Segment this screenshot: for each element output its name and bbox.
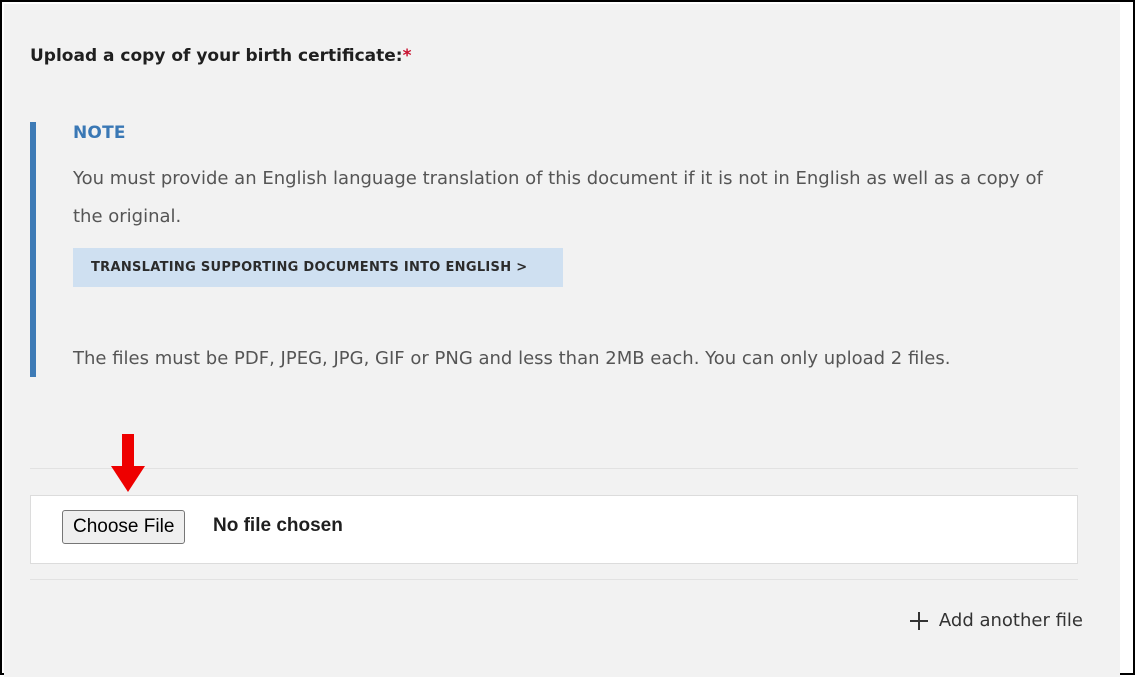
choose-file-button[interactable]: Choose File bbox=[62, 510, 186, 544]
upload-field-label: Upload a copy of your birth certificate:… bbox=[30, 46, 411, 66]
divider-bottom bbox=[30, 579, 1078, 580]
screenshot-frame: Upload a copy of your birth certificate:… bbox=[0, 0, 1135, 677]
add-another-file-button[interactable]: Add another file bbox=[909, 610, 1083, 631]
note-body: You must provide an English language tra… bbox=[73, 168, 1043, 227]
plus-icon bbox=[909, 611, 929, 631]
upload-label-text: Upload a copy of your birth certificate: bbox=[30, 46, 403, 66]
file-input-container: Choose File No file chosen bbox=[30, 495, 1078, 564]
required-asterisk: * bbox=[402, 46, 412, 66]
red-down-arrow-icon bbox=[111, 434, 145, 497]
file-status-text: No file chosen bbox=[213, 515, 343, 536]
divider-top bbox=[30, 468, 1078, 469]
note-title: NOTE bbox=[73, 123, 126, 143]
file-requirements-text: The files must be PDF, JPEG, JPG, GIF or… bbox=[73, 348, 951, 369]
upload-panel bbox=[4, 4, 1120, 677]
add-another-file-label: Add another file bbox=[938, 610, 1083, 631]
note-accent-bar bbox=[30, 122, 36, 377]
translating-documents-link[interactable]: TRANSLATING SUPPORTING DOCUMENTS INTO EN… bbox=[73, 248, 563, 287]
